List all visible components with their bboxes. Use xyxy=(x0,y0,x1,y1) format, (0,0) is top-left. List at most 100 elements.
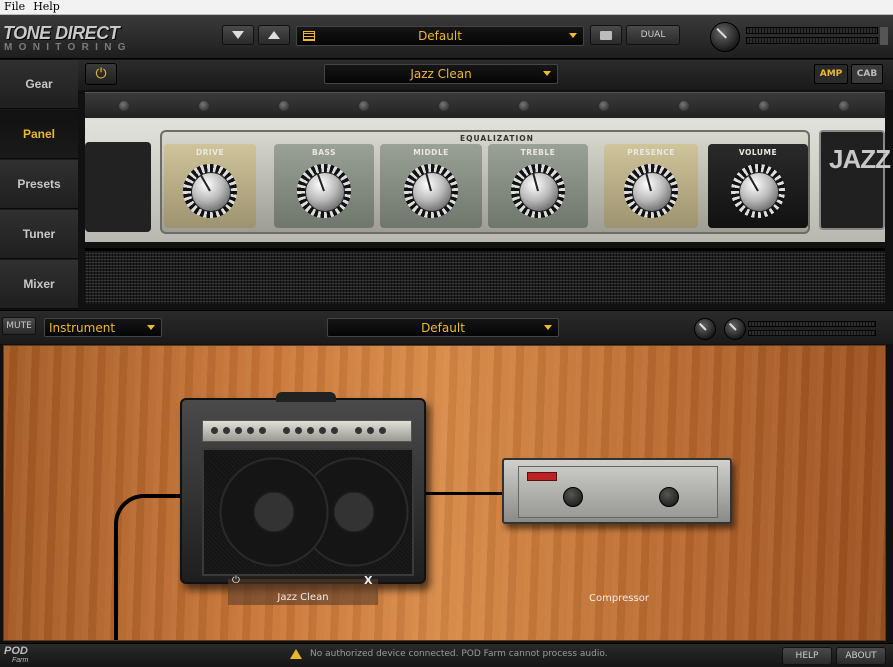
screw xyxy=(519,101,529,111)
amp-nameplate-text: JAZZ C xyxy=(829,144,893,174)
master-volume-knob[interactable] xyxy=(710,22,740,52)
amp-face-panel: EQUALIZATION DRIVE BASS MIDDLE TREBLE PR… xyxy=(85,118,893,242)
knob-drive-label: DRIVE xyxy=(195,148,225,157)
amp-speaker-cloth xyxy=(202,448,414,576)
close-icon[interactable]: X xyxy=(364,574,372,587)
output-meter-left xyxy=(746,27,878,34)
dial-icon xyxy=(183,164,237,218)
amp-name-label: Jazz Clean xyxy=(277,592,329,603)
mute-button-label: MUTE xyxy=(6,321,32,331)
amp-screw-rail xyxy=(85,92,885,118)
knob-treble-label: TREBLE xyxy=(520,148,556,157)
gear-stage: ⏻ X Jazz Clean Compressor xyxy=(3,345,886,641)
dual-button[interactable]: DUAL xyxy=(626,25,680,45)
logo-monitoring: MONITORING xyxy=(4,42,132,53)
chevron-down-icon xyxy=(147,324,155,330)
dial-icon xyxy=(404,164,458,218)
signal-chain-bar: MUTE Instrument Default xyxy=(0,310,893,344)
equalization-label: EQUALIZATION xyxy=(460,134,534,143)
power-icon[interactable]: ⏻ xyxy=(232,575,240,586)
compressor-name-label: Compressor xyxy=(589,593,649,604)
compressor-gain-knob[interactable] xyxy=(659,487,679,507)
menu-help[interactable]: Help xyxy=(29,0,64,14)
sidebar-item-tuner[interactable]: Tuner xyxy=(0,210,78,259)
compressor-threshold-knob[interactable] xyxy=(563,487,583,507)
screw xyxy=(359,101,369,111)
amp-control-strip xyxy=(202,420,412,442)
line6-logo xyxy=(527,472,557,481)
input-source-value: Instrument xyxy=(49,320,116,335)
menu-file[interactable]: File xyxy=(0,0,29,14)
warning-icon xyxy=(290,649,302,659)
top-toolbar: TONE DIRECT MONITORING Default DUAL xyxy=(0,15,893,59)
pod-farm-logo: POD Farm xyxy=(4,645,29,665)
amp-grille xyxy=(85,248,885,304)
status-warning: No authorized device connected. POD Farm… xyxy=(290,649,608,659)
chain-meter-right xyxy=(748,330,876,336)
screw xyxy=(759,101,769,111)
screw xyxy=(199,101,209,111)
menu-bar: File Help xyxy=(0,0,893,15)
status-bar: POD Farm No authorized device connected.… xyxy=(0,643,893,667)
chain-preset-dropdown[interactable]: Default xyxy=(327,318,559,337)
list-icon xyxy=(303,31,315,41)
dial-icon xyxy=(511,164,565,218)
dual-button-label: DUAL xyxy=(640,30,666,40)
screw xyxy=(119,101,129,111)
chain-pan-knob[interactable] xyxy=(694,318,716,340)
arrow-down-icon xyxy=(232,31,244,39)
knob-presence-label: PRESENCE xyxy=(627,148,675,157)
sidebar-item-gear[interactable]: Gear xyxy=(0,60,78,109)
chain-level-knob[interactable] xyxy=(724,318,746,340)
amp-handle xyxy=(276,392,336,402)
folder-button[interactable] xyxy=(590,25,622,45)
amp-label-box[interactable]: ⏻ X Jazz Clean xyxy=(228,574,378,605)
sidebar-item-panel[interactable]: Panel xyxy=(0,110,78,159)
amp-toggle[interactable]: AMP xyxy=(814,64,848,84)
preset-down-button[interactable] xyxy=(222,25,254,45)
knob-treble[interactable]: TREBLE xyxy=(488,144,588,228)
sidebar-item-presets[interactable]: Presets xyxy=(0,160,78,209)
sidebar-item-mixer[interactable]: Mixer xyxy=(0,260,78,309)
chain-meter-left xyxy=(748,321,876,327)
sidebar: Gear Panel Presets Tuner Mixer xyxy=(0,60,78,309)
amp-control-panel: EQUALIZATION DRIVE BASS MIDDLE TREBLE PR… xyxy=(160,130,810,234)
chevron-down-icon xyxy=(569,33,577,38)
knob-middle[interactable]: MIDDLE xyxy=(380,144,482,228)
dial-icon xyxy=(297,164,351,218)
knob-volume-label: VOLUME xyxy=(738,148,778,157)
screw xyxy=(599,101,609,111)
mute-button[interactable]: MUTE xyxy=(2,317,36,335)
about-button-label: ABOUT xyxy=(845,651,877,661)
power-icon: ⏻ xyxy=(95,66,107,82)
preset-dropdown[interactable]: Default xyxy=(296,26,584,46)
amp-model-jazz-clean[interactable] xyxy=(180,392,426,584)
amp-model-dropdown[interactable]: Jazz Clean xyxy=(324,64,558,84)
compressor-unit[interactable] xyxy=(502,458,732,524)
amp-power-button[interactable]: ⏻ xyxy=(85,63,117,85)
meter-clip-indicator xyxy=(880,27,888,45)
chevron-down-icon xyxy=(543,71,551,76)
help-button-label: HELP xyxy=(795,651,819,661)
status-message: No authorized device connected. POD Farm… xyxy=(310,649,608,659)
arrow-up-icon xyxy=(268,31,280,39)
knob-bass[interactable]: BASS xyxy=(274,144,374,228)
about-button[interactable]: ABOUT xyxy=(836,647,886,665)
logo-tone-direct: TONE DIRECT xyxy=(3,23,120,43)
chain-preset-value: Default xyxy=(421,320,465,335)
output-meter-right xyxy=(746,37,878,44)
chevron-down-icon xyxy=(544,324,552,330)
preset-up-button[interactable] xyxy=(258,25,290,45)
screw xyxy=(839,101,849,111)
knob-volume[interactable]: VOLUME xyxy=(708,144,808,228)
knob-presence[interactable]: PRESENCE xyxy=(604,144,698,228)
input-source-dropdown[interactable]: Instrument xyxy=(44,318,162,337)
preset-dropdown-value: Default xyxy=(418,29,462,43)
knob-drive[interactable]: DRIVE xyxy=(164,144,256,228)
folder-icon xyxy=(600,30,612,40)
amp-left-trim xyxy=(85,142,151,232)
help-button[interactable]: HELP xyxy=(782,647,832,665)
knob-middle-label: MIDDLE xyxy=(413,148,449,157)
dial-icon xyxy=(624,164,678,218)
cab-toggle[interactable]: CAB xyxy=(851,64,883,84)
